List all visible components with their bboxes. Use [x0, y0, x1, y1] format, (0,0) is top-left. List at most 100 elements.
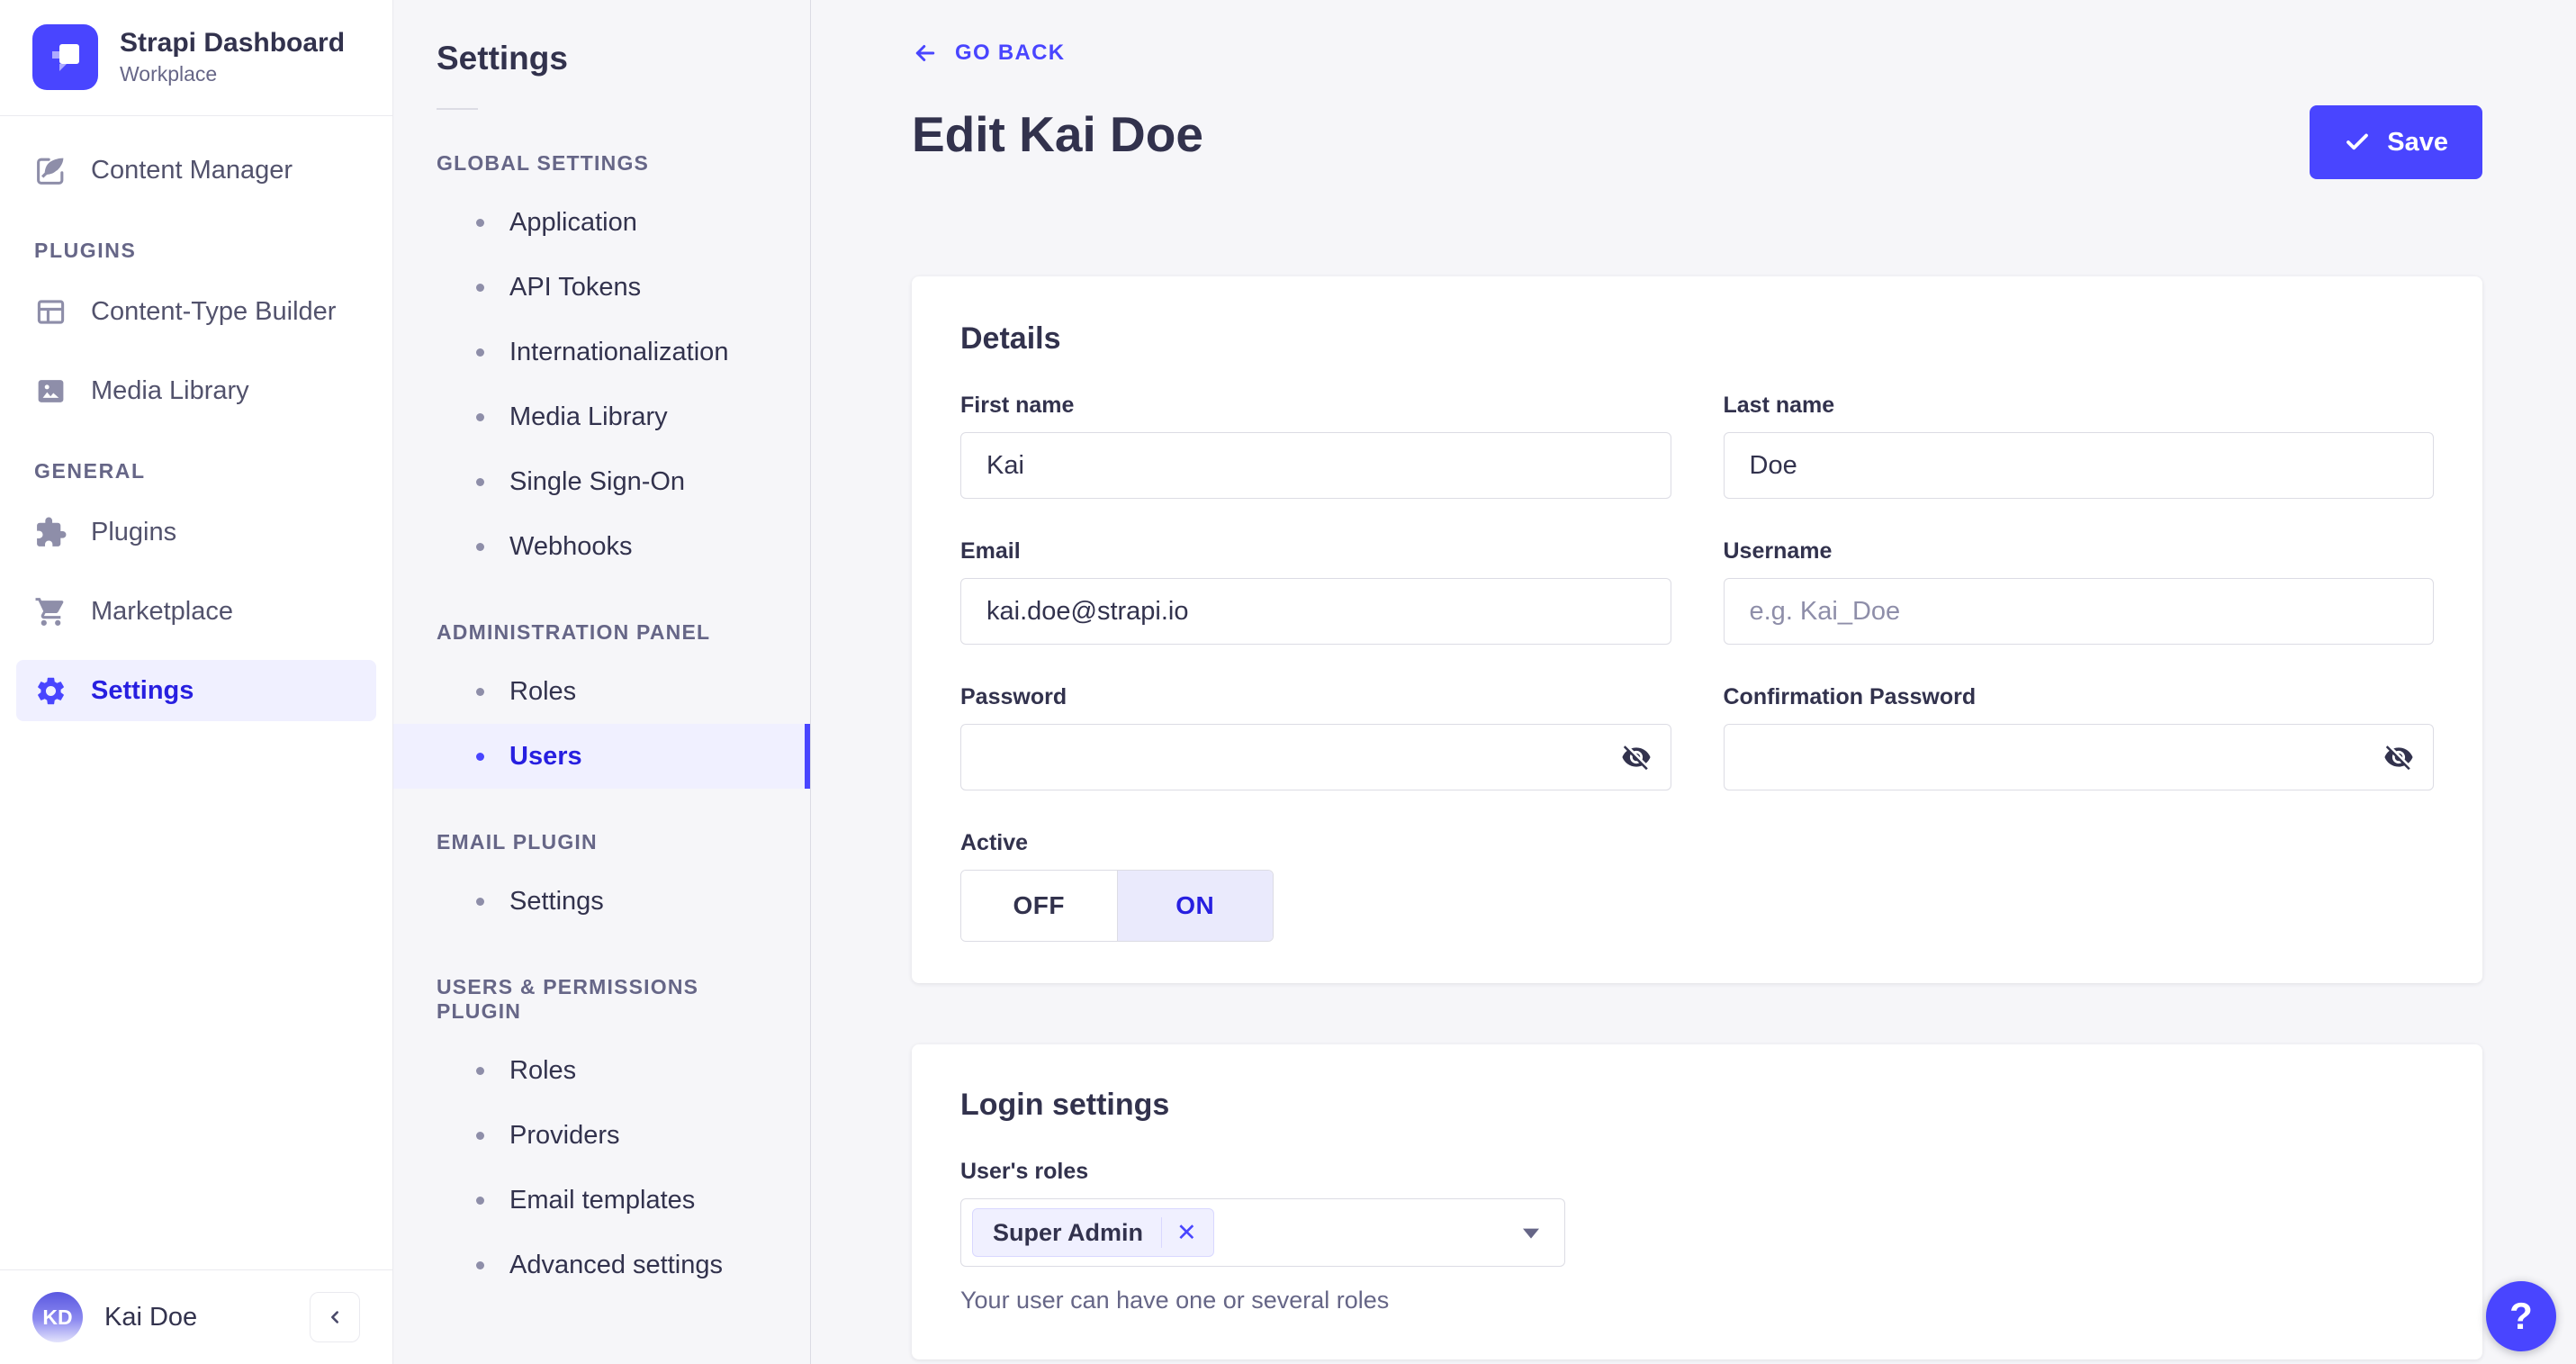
subnav-item-providers[interactable]: Providers — [393, 1103, 810, 1168]
confirmation-password-label: Confirmation Password — [1723, 684, 1977, 709]
sidebar-item-marketplace[interactable]: Marketplace — [16, 581, 376, 642]
field-email: Email — [960, 538, 1671, 645]
settings-subnav: Settings GLOBAL SETTINGS Application API… — [393, 0, 811, 1364]
subnav-item-application[interactable]: Application — [393, 190, 810, 255]
bullet-icon — [476, 477, 484, 486]
feather-icon — [37, 158, 64, 185]
divider — [437, 108, 478, 110]
avatar: KD — [32, 1292, 83, 1342]
active-toggle-off[interactable]: OFF — [961, 871, 1117, 941]
toggle-password-visibility-button[interactable] — [1612, 733, 1661, 781]
field-last-name: Last name — [1723, 393, 2434, 499]
field-first-name: First name — [960, 393, 1671, 499]
last-name-input[interactable] — [1723, 432, 2434, 499]
brand-text: Strapi Dashboard Workplace — [120, 28, 345, 86]
subnav-section-administration-panel: ADMINISTRATION PANEL Roles Users — [393, 620, 810, 789]
subnav-item-label: API Tokens — [509, 272, 642, 302]
username-input[interactable] — [1723, 578, 2434, 645]
chevron-left-icon — [330, 1311, 339, 1323]
brand: Strapi Dashboard Workplace — [0, 0, 392, 116]
field-password: Password — [960, 684, 1671, 790]
subnav-item-api-tokens[interactable]: API Tokens — [393, 255, 810, 320]
subnav-item-email-settings[interactable]: Settings — [393, 869, 810, 934]
users-roles-select[interactable]: Super Admin ✕ — [960, 1198, 1565, 1267]
subnav-item-label: Email templates — [509, 1185, 696, 1215]
subnav-item-label: Advanced settings — [509, 1250, 723, 1279]
layout-icon — [37, 299, 65, 324]
sidebar-item-settings[interactable]: Settings — [16, 660, 376, 721]
save-button[interactable]: Save — [2310, 105, 2482, 179]
subnav-item-single-sign-on[interactable]: Single Sign-On — [393, 449, 810, 514]
bullet-icon — [476, 1066, 484, 1075]
details-card: Details First name Last name — [912, 276, 2482, 983]
last-name-label: Last name — [1723, 393, 1835, 418]
subnav-section-label: GLOBAL SETTINGS — [437, 151, 650, 175]
remove-role-icon[interactable]: ✕ — [1176, 1219, 1213, 1247]
bullet-icon — [476, 283, 484, 292]
sidebar-item-content-type-builder[interactable]: Content-Type Builder — [16, 281, 376, 342]
active-toggle-on[interactable]: ON — [1116, 871, 1273, 941]
subnav-section-label: USERS & PERMISSIONS PLUGIN — [437, 975, 699, 1023]
gear-icon — [38, 677, 64, 704]
app-window: Strapi Dashboard Workplace Content Manag… — [0, 0, 2576, 1364]
help-button[interactable]: ? — [2486, 1281, 2556, 1351]
subnav-section-label: ADMINISTRATION PANEL — [437, 620, 711, 644]
cart-icon — [35, 597, 64, 626]
subnav-item-advanced-settings[interactable]: Advanced settings — [393, 1233, 810, 1297]
email-input[interactable] — [960, 578, 1671, 645]
subnav-item-up-roles[interactable]: Roles — [393, 1038, 810, 1103]
username-label: Username — [1723, 538, 1833, 564]
main-sidebar: Strapi Dashboard Workplace Content Manag… — [0, 0, 393, 1364]
subnav-section-global-settings: GLOBAL SETTINGS Application API Tokens I… — [393, 151, 810, 579]
user-name: Kai Doe — [104, 1302, 198, 1332]
subnav-item-internationalization[interactable]: Internationalization — [393, 320, 810, 384]
collapse-sidebar-button[interactable] — [310, 1292, 360, 1342]
roles-helper-text: Your user can have one or several roles — [960, 1287, 1390, 1314]
confirmation-password-input[interactable] — [1723, 724, 2434, 790]
go-back-link[interactable]: GO BACK — [912, 40, 1065, 67]
go-back-label: GO BACK — [955, 41, 1066, 65]
bullet-icon — [476, 687, 484, 696]
subnav-item-email-templates[interactable]: Email templates — [393, 1168, 810, 1233]
bullet-icon — [476, 752, 484, 761]
eye-off-icon — [1621, 745, 1651, 771]
main-content: GO BACK Edit Kai Doe Save Details First … — [811, 0, 2576, 1364]
toggle-confirmation-password-visibility-button[interactable] — [2374, 733, 2423, 781]
strapi-logo-icon — [32, 24, 98, 90]
subnav-item-label: Application — [509, 207, 637, 237]
sidebar-item-content-manager[interactable]: Content Manager — [16, 140, 376, 201]
subnav-item-webhooks[interactable]: Webhooks — [393, 514, 810, 579]
sidebar-section-plugins: PLUGINS — [34, 239, 137, 262]
active-label: Active — [960, 830, 1029, 855]
details-title: Details — [960, 321, 1061, 356]
subnav-item-label: Single Sign-On — [509, 466, 686, 496]
bullet-icon — [476, 412, 484, 421]
subnav-section-label: EMAIL PLUGIN — [437, 830, 598, 854]
sidebar-item-label: Marketplace — [91, 596, 233, 626]
subnav-item-media-library[interactable]: Media Library — [393, 384, 810, 449]
subnav-item-label: Internationalization — [509, 337, 729, 366]
subnav-item-label: Roles — [509, 1055, 577, 1085]
active-toggle: OFF ON — [960, 870, 1274, 942]
puzzle-icon — [37, 517, 67, 547]
bullet-icon — [476, 1260, 484, 1269]
sidebar-item-plugins[interactable]: Plugins — [16, 501, 376, 563]
role-tag-label: Super Admin — [993, 1218, 1144, 1246]
sidebar-item-label: Media Library — [91, 375, 249, 405]
sidebar-section-general: GENERAL — [34, 459, 146, 483]
subnav-item-admin-users[interactable]: Users — [393, 724, 810, 789]
brand-subtitle: Workplace — [120, 61, 218, 86]
brand-title: Strapi Dashboard — [120, 28, 346, 59]
sidebar-item-label: Plugins — [91, 517, 177, 547]
first-name-input[interactable] — [960, 432, 1671, 499]
arrow-left-icon — [915, 45, 935, 61]
sidebar-item-media-library[interactable]: Media Library — [16, 360, 376, 421]
password-input[interactable] — [960, 724, 1671, 790]
subnav-item-admin-roles[interactable]: Roles — [393, 659, 810, 724]
users-roles-label: User's roles — [960, 1159, 1089, 1184]
email-label: Email — [960, 538, 1021, 564]
page-title: Edit Kai Doe — [912, 106, 1203, 162]
divider — [1161, 1217, 1163, 1248]
subnav-item-label: Media Library — [509, 402, 668, 431]
role-tag-super-admin: Super Admin ✕ — [972, 1208, 1214, 1257]
